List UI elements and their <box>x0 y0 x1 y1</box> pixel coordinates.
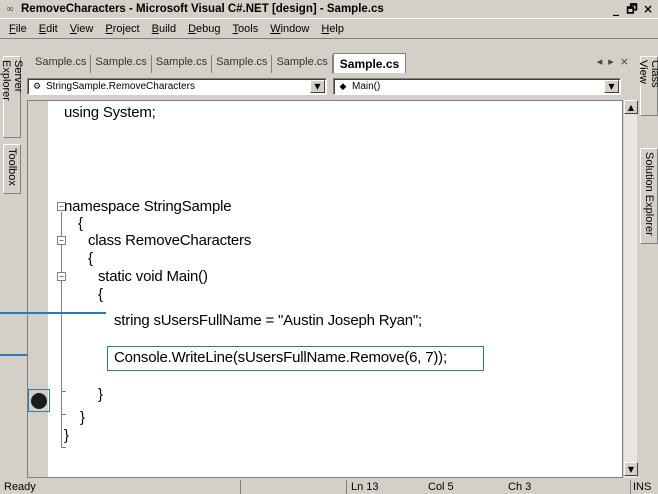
status-panel <box>240 480 346 494</box>
status-mode: INS <box>630 480 658 494</box>
chevron-down-icon[interactable]: ▼ <box>604 80 619 93</box>
dock-tab-server-explorer[interactable]: Server Explorer <box>0 56 24 138</box>
status-bar: Ready Ln 13 Col 5 Ch 3 INS <box>0 480 658 494</box>
outline-guide <box>61 447 66 448</box>
class-selector-value: StringSample.RemoveCharacters <box>46 81 195 92</box>
menu-view[interactable]: View <box>64 23 100 35</box>
vertical-scrollbar[interactable]: ▲ ▼ <box>623 100 638 478</box>
breakpoint-callout-box <box>28 389 50 412</box>
code-line[interactable]: string sUsersFullName = "Austin Joseph R… <box>114 312 422 329</box>
code-line[interactable]: namespace StringSample <box>64 198 232 215</box>
doc-tab[interactable]: Sample.cs <box>152 55 213 73</box>
class-selector-dropdown[interactable]: ⚙ StringSample.RemoveCharacters ▼ <box>27 78 327 95</box>
status-line: Ln 13 <box>346 480 424 494</box>
method-icon: ◆ <box>339 81 347 92</box>
code-line[interactable]: } <box>80 409 85 426</box>
minimize-button[interactable]: _ <box>608 2 624 16</box>
scroll-left-icon[interactable]: ◂ <box>597 55 603 68</box>
menu-debug[interactable]: Debug <box>182 23 226 35</box>
dock-tab-toolbox[interactable]: Toolbox <box>3 144 21 194</box>
doc-tab-active[interactable]: Sample.cs <box>332 53 407 73</box>
right-dock: Class View Solution Explorer <box>637 56 658 456</box>
collapse-method-icon[interactable]: − <box>57 272 66 281</box>
menu-bar: File Edit View Project Build Debug Tools… <box>0 19 658 39</box>
doc-tab[interactable]: Sample.cs <box>212 55 273 73</box>
window-controls: _ 🗗 × <box>608 2 656 16</box>
dock-tab-solution-explorer[interactable]: Solution Explorer <box>640 148 658 244</box>
navigation-bar: ⚙ StringSample.RemoveCharacters ▼ ◆ Main… <box>27 76 637 97</box>
outline-guide <box>61 212 62 447</box>
window-title: RemoveCharacters - Microsoft Visual C#.N… <box>21 3 384 15</box>
menu-window[interactable]: Window <box>264 23 315 35</box>
code-text-area[interactable]: − − − using System; namespace StringSamp… <box>27 100 623 478</box>
outline-guide <box>61 391 66 392</box>
code-line[interactable]: { <box>78 215 83 232</box>
outline-guide <box>61 414 66 415</box>
code-line[interactable]: class RemoveCharacters <box>88 232 251 249</box>
status-ch: Ch 3 <box>508 481 532 493</box>
code-line[interactable]: } <box>98 386 103 403</box>
code-line[interactable]: static void Main() <box>98 268 208 285</box>
collapse-class-icon[interactable]: − <box>57 236 66 245</box>
scroll-right-icon[interactable]: ▸ <box>608 55 614 68</box>
member-selector-dropdown[interactable]: ◆ Main() ▼ <box>333 78 621 95</box>
callout-leader-line <box>0 354 27 356</box>
document-tab-strip: Sample.cs Sample.cs Sample.cs Sample.cs … <box>27 51 637 73</box>
doc-tab[interactable]: Sample.cs <box>91 55 152 73</box>
menu-build[interactable]: Build <box>146 23 182 35</box>
title-bar: ∞ RemoveCharacters - Microsoft Visual C#… <box>0 0 658 19</box>
class-icon: ⚙ <box>32 81 42 92</box>
status-col: Col 5 <box>428 481 454 493</box>
left-dock: Server Explorer Toolbox <box>0 56 24 456</box>
callout-leader-line <box>0 312 106 314</box>
chevron-down-icon[interactable]: ▼ <box>310 80 325 93</box>
dock-tab-class-view[interactable]: Class View <box>637 56 658 116</box>
menu-project[interactable]: Project <box>99 23 145 35</box>
visual-studio-icon[interactable]: ∞ <box>2 2 18 16</box>
doc-tab[interactable]: Sample.cs <box>272 55 333 73</box>
menu-edit[interactable]: Edit <box>33 23 64 35</box>
menu-tools[interactable]: Tools <box>227 23 265 35</box>
menu-file[interactable]: File <box>3 23 33 35</box>
restore-button[interactable]: 🗗 <box>624 2 640 16</box>
tab-navigation: ◂ ▸ × <box>597 55 629 68</box>
code-editor-window: Sample.cs Sample.cs Sample.cs Sample.cs … <box>27 51 638 478</box>
indicator-margin[interactable] <box>28 101 48 477</box>
scroll-up-button[interactable]: ▲ <box>624 100 638 114</box>
status-text: Ready <box>4 481 36 493</box>
code-line[interactable]: using System; <box>64 104 156 121</box>
doc-tab[interactable]: Sample.cs <box>31 55 92 73</box>
scroll-down-button[interactable]: ▼ <box>624 462 638 476</box>
code-line[interactable]: } <box>64 427 69 444</box>
close-doc-icon[interactable]: × <box>620 55 629 68</box>
member-selector-value: Main() <box>352 81 381 92</box>
close-button[interactable]: × <box>640 2 656 16</box>
code-line[interactable]: { <box>88 250 93 267</box>
code-line[interactable]: { <box>98 286 103 303</box>
code-callout-box <box>107 346 484 371</box>
menu-help[interactable]: Help <box>315 23 350 35</box>
